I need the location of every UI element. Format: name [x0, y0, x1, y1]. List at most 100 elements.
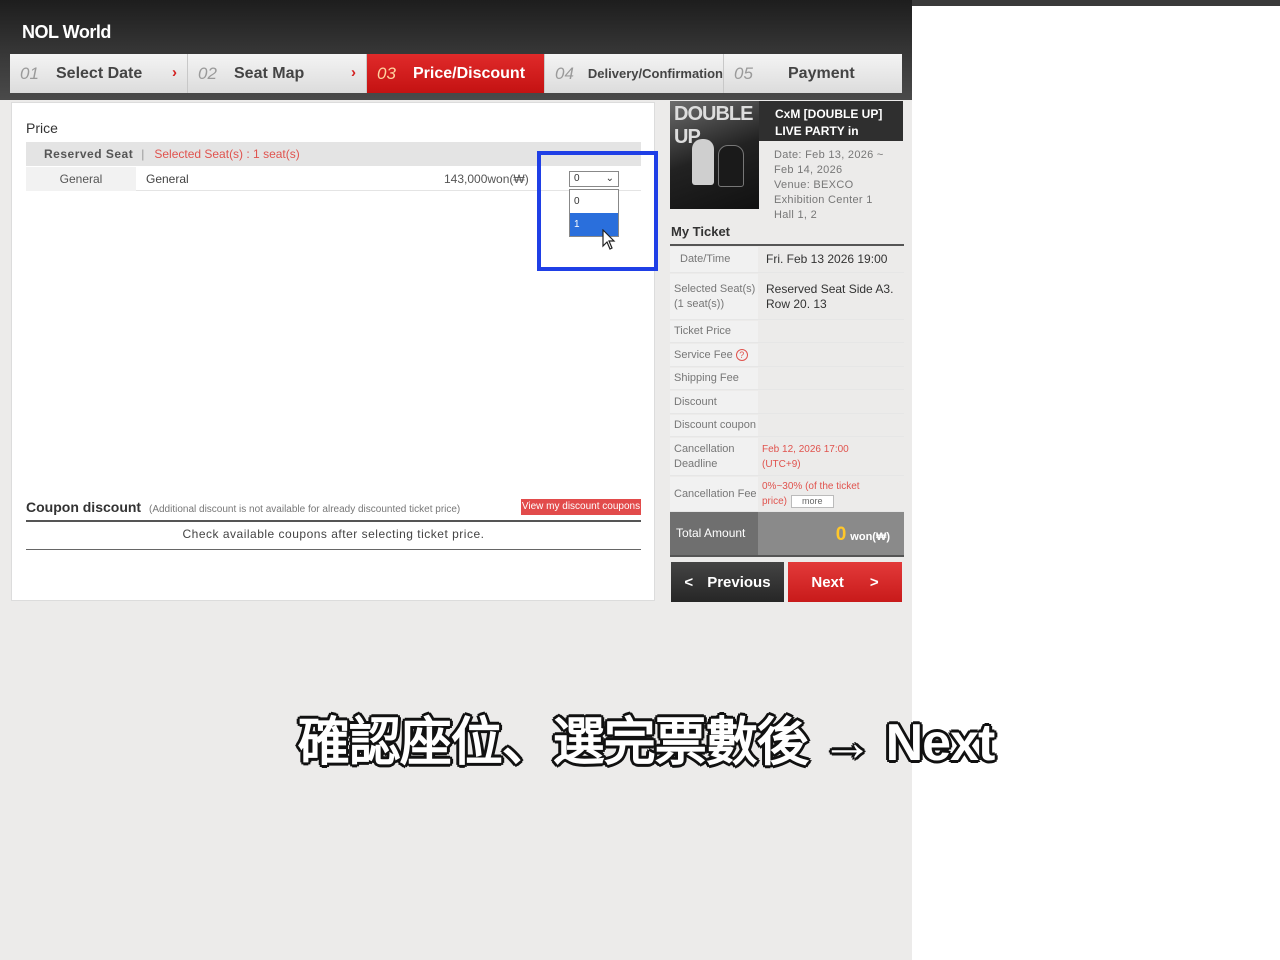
step-select-date[interactable]: 01 Select Date › [10, 54, 188, 93]
view-coupons-button[interactable]: View my discount coupons [521, 499, 641, 515]
step-number: 02 [198, 63, 217, 83]
step-number: 05 [734, 63, 753, 83]
help-icon[interactable]: ? [735, 349, 748, 361]
step-label: Price/Discount [413, 64, 526, 82]
total-label: Total Amount [670, 512, 758, 555]
event-title-line: CxM [DOUBLE UP] [775, 107, 883, 121]
row-label: Service Fee ? [670, 344, 758, 366]
step-seat-map[interactable]: 02 Seat Map › [188, 54, 367, 93]
next-button[interactable]: Next > [788, 562, 902, 602]
poster-figure [718, 145, 744, 187]
row-label-line: Selected Seat(s) [674, 282, 756, 295]
ticket-row-cancel-fee: Cancellation Fee 0%~30% (of the ticket p… [670, 477, 904, 512]
event-title-box: CxM [DOUBLE UP] LIVE PARTY in [759, 101, 903, 141]
total-number: 0 [835, 524, 847, 545]
row-value: Feb 12, 2026 17:00 (UTC+9) [762, 438, 898, 475]
row-value-line: (UTC+9) [762, 458, 801, 470]
row-value: Fri. Feb 13 2026 19:00 [766, 252, 888, 266]
event-venue: Exhibition Center 1 [774, 194, 873, 206]
coupon-message: Check available coupons after selecting … [182, 527, 485, 541]
divider [26, 549, 641, 550]
row-value: Reserved Seat Side A3. Row 20. 13 [766, 274, 902, 319]
mouse-cursor-icon [602, 229, 616, 250]
divider [26, 520, 641, 522]
row-label: Cancellation Deadline [670, 438, 758, 475]
chevron-right-icon: > [869, 573, 879, 591]
price-title: Price [26, 120, 58, 136]
coupon-title: Coupon discount [26, 499, 142, 515]
separator: | [141, 147, 145, 161]
row-label: Date/Time [670, 247, 758, 272]
focus-highlight-box [537, 151, 658, 271]
ticket-row-shipping: Shipping Fee [670, 368, 904, 390]
browser-viewport: NOL World 01 Select Date › 02 Seat Map ›… [0, 0, 912, 960]
step-payment[interactable]: 05 Payment [724, 54, 902, 93]
booking-steps: 01 Select Date › 02 Seat Map › 03 Price/… [10, 54, 902, 93]
total-amount-row: Total Amount 0 won(₩) [670, 512, 904, 557]
row-label: Ticket Price [670, 321, 758, 342]
event-date: Date: Feb 13, 2026 ~ [774, 149, 884, 161]
poster-figure [692, 139, 714, 185]
poster-text: DOUBLE UP [674, 103, 753, 148]
ticket-row-service-fee: Service Fee ? [670, 344, 904, 367]
row-label-line: Deadline [674, 457, 718, 470]
previous-label: Previous [707, 573, 771, 591]
total-value: 0 won(₩) [836, 524, 890, 546]
previous-button[interactable]: < Previous [671, 562, 784, 602]
row-label: Shipping Fee [670, 368, 758, 389]
event-date: Feb 14, 2026 [774, 164, 843, 176]
row-label: Discount coupon [670, 415, 758, 436]
row-value: 0%~30% (of the ticket price) more [762, 477, 898, 511]
row-label: Discount [670, 391, 758, 413]
row-label: Selected Seat(s) (1 seat(s)) [670, 274, 758, 319]
row-label: Cancellation Fee [670, 477, 758, 511]
site-logo[interactable]: NOL World [22, 22, 111, 43]
event-info: Date: Feb 13, 2026 ~ Feb 14, 2026 Venue:… [774, 148, 904, 223]
next-label: Next [811, 573, 844, 591]
video-subtitle: 確認座位、選完票數後 → Next [297, 714, 996, 772]
row-value-line: Reserved Seat Side A3. [766, 281, 894, 296]
price-amount: 143,000won(₩) [444, 172, 529, 186]
chevron-right-icon: › [172, 64, 177, 81]
ticket-row-discount: Discount [670, 391, 904, 414]
event-title-line: LIVE PARTY in [775, 124, 859, 138]
chevron-right-icon: › [351, 64, 356, 81]
step-label: Delivery/Confirmation [587, 66, 723, 81]
step-label: Payment [788, 64, 855, 82]
row-value-line: Row 20. 13 [766, 296, 827, 311]
chevron-left-icon: < [684, 573, 694, 591]
reserved-seat-label: Reserved Seat [44, 147, 134, 161]
total-unit: won(₩) [850, 531, 890, 543]
ticket-row-discount-coupon: Discount coupon [670, 415, 904, 437]
step-label: Seat Map [234, 64, 305, 82]
event-poster: DOUBLE UP [670, 101, 759, 209]
step-number: 01 [20, 63, 39, 83]
ticket-row-datetime: Date/Time Fri. Feb 13 2026 19:00 [670, 247, 904, 273]
step-number: 04 [555, 63, 574, 83]
price-panel: Price Reserved Seat | Selected Seat(s) :… [11, 102, 658, 601]
row-label-line: (1 seat(s)) [674, 297, 725, 310]
row-value-line: Feb 12, 2026 17:00 [762, 443, 849, 455]
coupon-note: (Additional discount is not available fo… [148, 504, 461, 515]
step-number: 03 [377, 63, 396, 83]
event-venue: Hall 1, 2 [774, 209, 818, 221]
row-label-line: Cancellation [674, 442, 735, 455]
ticket-row-seats: Selected Seat(s) (1 seat(s)) Reserved Sea… [670, 274, 904, 320]
row-label-text: Service Fee [674, 348, 733, 361]
selected-seat-count: Selected Seat(s) : 1 seat(s) [154, 147, 300, 161]
price-type: General [146, 172, 189, 186]
site-header: NOL World 01 Select Date › 02 Seat Map ›… [0, 0, 912, 100]
price-grade: General [26, 167, 136, 191]
ticket-row-price: Ticket Price [670, 321, 904, 343]
row-value-line: 0%~30% (of the ticket [762, 481, 860, 492]
step-label: Select Date [56, 64, 143, 82]
divider [670, 244, 904, 246]
event-venue: Venue: BEXCO [774, 179, 854, 191]
row-value-line: price) [762, 496, 788, 507]
step-price-discount[interactable]: 03 Price/Discount [367, 54, 545, 93]
my-ticket-title: My Ticket [671, 224, 731, 239]
ticket-row-cancel-deadline: Cancellation Deadline Feb 12, 2026 17:00 (… [670, 438, 904, 476]
more-button[interactable]: more [791, 495, 834, 508]
browser-top-edge [912, 0, 1280, 6]
step-delivery-confirmation[interactable]: 04 Delivery/Confirmation [545, 54, 724, 93]
